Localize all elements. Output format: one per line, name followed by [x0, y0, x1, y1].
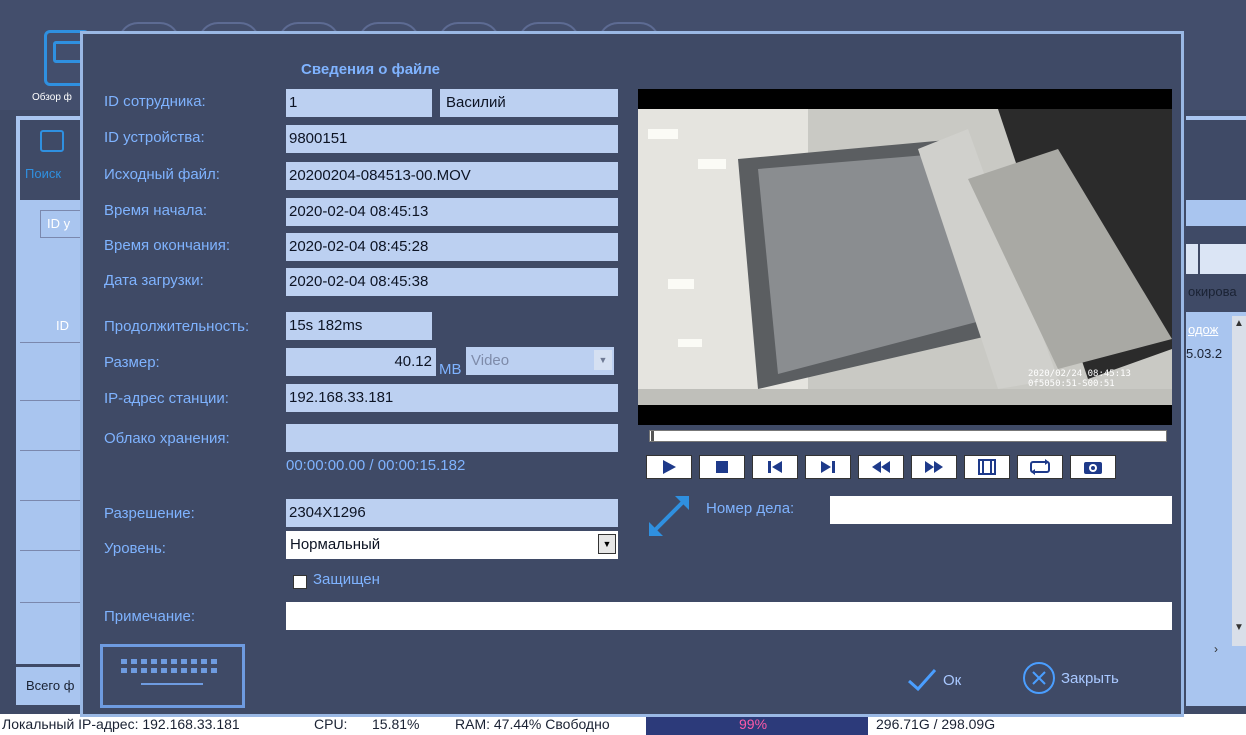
case-number-label: Номер дела: — [706, 500, 795, 517]
duration-label: Продолжительность: — [104, 318, 250, 335]
disk-status: 296.71G / 298.09G — [876, 716, 996, 732]
level-value: Нормальный — [290, 536, 381, 553]
prev-frame-icon — [768, 461, 782, 473]
local-ip-status: Локальный IP-адрес: 192.168.33.181 — [2, 716, 240, 732]
size-unit-label: MB — [439, 361, 462, 378]
blocked-column-label: окирова — [1188, 284, 1237, 299]
size-field[interactable]: 40.12 — [286, 348, 436, 376]
fast-forward-icon — [925, 461, 943, 473]
playback-seek-bar[interactable] — [649, 430, 1167, 442]
cloud-storage-label: Облако хранения: — [104, 430, 230, 447]
camera-icon — [1084, 462, 1102, 474]
cloud-storage-field[interactable] — [286, 424, 618, 452]
vertical-scrollbar[interactable] — [1232, 316, 1246, 646]
rewind-icon — [872, 461, 890, 473]
ok-button[interactable]: Ок — [907, 668, 961, 692]
total-files-label: Всего ф — [16, 667, 86, 705]
employee-id-field[interactable]: 1 — [286, 89, 432, 117]
close-icon — [1023, 662, 1055, 694]
protected-label: Защищен — [313, 571, 380, 588]
id-column-header: ID — [56, 318, 69, 333]
play-icon — [663, 460, 676, 474]
resolution-label: Разрешение: — [104, 505, 195, 522]
end-time-field[interactable]: 2020-02-04 08:45:28 — [286, 233, 618, 261]
employee-name-field[interactable]: Василий — [440, 89, 618, 117]
chevron-down-icon[interactable]: ▼ — [594, 350, 612, 370]
file-type-select[interactable]: Video ▼ — [466, 347, 614, 375]
file-type-value: Video — [471, 352, 510, 369]
keyboard-icon — [121, 659, 217, 685]
check-icon — [908, 668, 937, 692]
duration-column-header[interactable]: одож — [1188, 322, 1218, 337]
device-id-label: ID устройства: — [104, 129, 205, 146]
level-label: Уровень: — [104, 540, 166, 557]
filter-field[interactable] — [1200, 244, 1246, 274]
filter-dropdown[interactable] — [1186, 244, 1198, 274]
expand-icon[interactable] — [649, 496, 689, 536]
video-preview[interactable]: 2020/02/24 08:45:13 0f5050:51-S00:51 — [638, 89, 1172, 425]
cpu-label: CPU: — [314, 716, 348, 732]
start-time-field[interactable]: 2020-02-04 08:45:13 — [286, 198, 618, 226]
chevron-down-icon[interactable]: ▼ — [598, 534, 616, 554]
end-time-label: Время окончания: — [104, 237, 231, 254]
cpu-value: 15.81% — [372, 716, 420, 732]
ok-button-label: Ок — [943, 671, 962, 689]
source-file-label: Исходный файл: — [104, 166, 220, 183]
station-ip-field[interactable]: 192.168.33.181 — [286, 384, 618, 412]
video-timestamp-overlay: 2020/02/24 08:45:13 0f5050:51-S00:51 — [1028, 369, 1131, 389]
upload-date-label: Дата загрузки: — [104, 272, 204, 289]
duration-field[interactable]: 15s 182ms — [286, 312, 432, 340]
fast-forward-button[interactable] — [911, 455, 957, 479]
size-label: Размер: — [104, 354, 160, 371]
next-frame-button[interactable] — [805, 455, 851, 479]
disk-usage-bar: 99% — [646, 714, 868, 735]
stop-icon — [716, 461, 728, 473]
loop-icon — [1030, 459, 1050, 475]
snapshot-button[interactable] — [1070, 455, 1116, 479]
next-frame-icon — [821, 461, 835, 473]
resolution-field[interactable]: 2304X1296 — [286, 499, 618, 527]
device-id-field[interactable]: 9800151 — [286, 125, 618, 153]
dialog-title: Сведения о файле — [301, 61, 440, 78]
ram-status: RAM: 47.44% Свободно — [455, 716, 610, 732]
file-info-dialog: Сведения о файле ID сотрудника: 1 Васили… — [80, 31, 1184, 717]
protected-checkbox[interactable] — [293, 575, 307, 589]
background-right-header — [1186, 120, 1246, 200]
source-file-field[interactable]: 20200204-084513-00.MOV — [286, 162, 618, 190]
browse-files-label: Обзор ф — [32, 92, 72, 103]
disk-usage-percent: 99% — [739, 716, 768, 732]
employee-id-label: ID сотрудника: — [104, 93, 206, 110]
playback-time-counter: 00:00:00.00 / 00:00:15.182 — [286, 457, 466, 474]
case-number-field[interactable] — [830, 496, 1172, 524]
status-bar: Локальный IP-адрес: 192.168.33.181 CPU: … — [0, 714, 1246, 735]
loop-button[interactable] — [1017, 455, 1063, 479]
clip-button[interactable] — [964, 455, 1010, 479]
play-button[interactable] — [646, 455, 692, 479]
rewind-button[interactable] — [858, 455, 904, 479]
start-time-label: Время начала: — [104, 202, 208, 219]
close-button-label: Закрыть — [1061, 669, 1119, 687]
search-icon — [40, 130, 64, 152]
seek-handle[interactable] — [651, 431, 654, 441]
search-tab-label: Поиск — [25, 166, 62, 181]
scroll-up-icon[interactable]: ▲ — [1234, 318, 1244, 329]
level-select[interactable]: Нормальный ▼ — [286, 531, 618, 559]
station-ip-label: IP-адрес станции: — [104, 390, 229, 407]
close-button[interactable]: Закрыть — [1021, 660, 1119, 696]
date-cell: 5.03.2 — [1186, 346, 1223, 361]
clip-icon — [978, 459, 996, 475]
scroll-down-icon[interactable]: ▼ — [1234, 622, 1244, 633]
note-field[interactable] — [286, 602, 1172, 630]
keyboard-button[interactable] — [100, 644, 245, 708]
stop-button[interactable] — [699, 455, 745, 479]
upload-date-field[interactable]: 2020-02-04 08:45:38 — [286, 268, 618, 296]
note-label: Примечание: — [104, 608, 195, 625]
scroll-right-icon[interactable]: › — [1214, 642, 1218, 656]
prev-frame-button[interactable] — [752, 455, 798, 479]
